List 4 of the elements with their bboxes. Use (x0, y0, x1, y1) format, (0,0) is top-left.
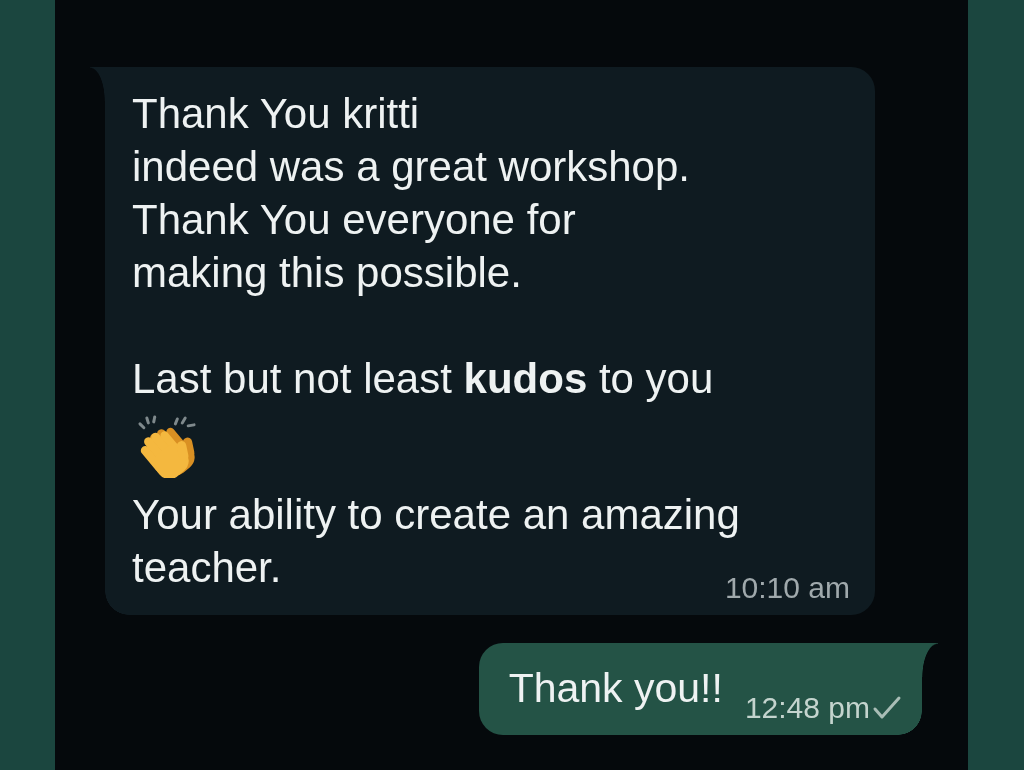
clapping-hands-icon (137, 415, 198, 478)
message-text: Thank You kritti indeed was a great workshop. Thank You everyone for making this possible. Last but not least kudos to you (132, 89, 714, 404)
timestamp: 12:48 pm (744, 691, 870, 725)
message-text: Thank you!! (508, 664, 723, 712)
